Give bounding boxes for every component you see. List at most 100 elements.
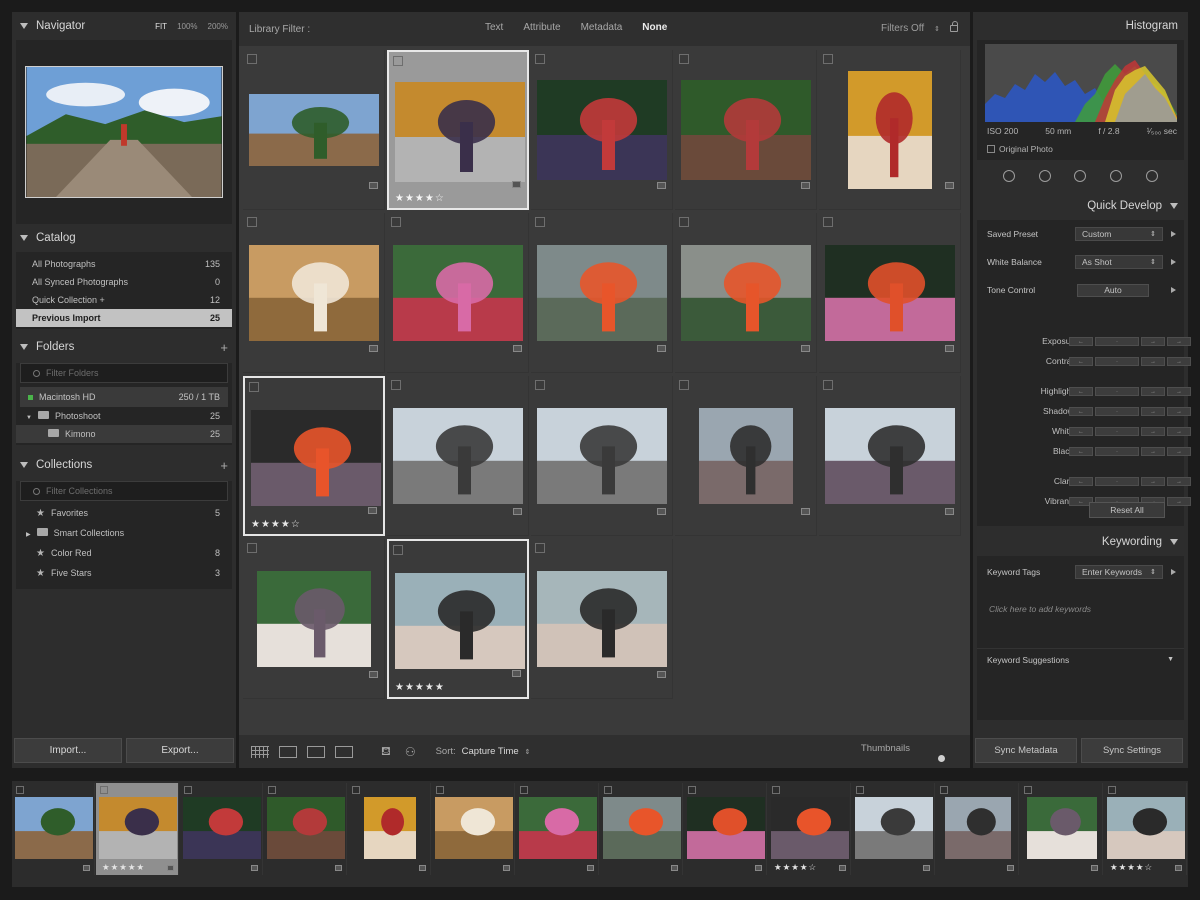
select-checkbox[interactable] — [247, 543, 257, 553]
compare-view-icon[interactable] — [307, 745, 325, 758]
spot-removal-icon[interactable] — [1038, 170, 1051, 182]
expand-triangle-icon[interactable] — [1171, 287, 1176, 293]
zoom-200[interactable]: 200% — [208, 22, 228, 31]
increase-button[interactable]: → — [1167, 387, 1191, 396]
select-checkbox[interactable] — [772, 786, 780, 794]
photo-thumbnail[interactable] — [249, 245, 379, 341]
select-checkbox[interactable] — [100, 786, 108, 794]
filmstrip-cell[interactable]: ★★★★★ — [96, 783, 179, 875]
reset-all-button[interactable]: Reset All — [1089, 502, 1165, 518]
select-checkbox[interactable] — [393, 56, 403, 66]
select-checkbox[interactable] — [604, 786, 612, 794]
star-rating[interactable]: ★★★★★ — [395, 682, 445, 693]
reset-value-button[interactable]: · — [1095, 407, 1139, 416]
increase-button[interactable]: → — [1167, 357, 1191, 366]
grid-view-icon[interactable] — [251, 745, 269, 758]
filmstrip-cell[interactable] — [516, 783, 599, 875]
decrease-button[interactable]: ← — [1069, 477, 1093, 486]
white-balance-select[interactable]: As Shot ⇕ — [1075, 255, 1163, 269]
catalog-item[interactable]: All Photographs 135 — [16, 255, 232, 273]
export-button[interactable]: Export... — [126, 738, 234, 763]
grid-cell[interactable] — [531, 213, 673, 373]
select-checkbox[interactable] — [823, 217, 833, 227]
filmstrip-cell[interactable] — [180, 783, 263, 875]
grid-cell[interactable]: ★★★★★ — [387, 539, 529, 699]
collection-item[interactable]: ★ Favorites 5 — [16, 503, 232, 523]
grid-cell[interactable]: ★★★★☆ — [387, 50, 529, 210]
filmstrip-cell[interactable] — [348, 783, 431, 875]
redeye-icon[interactable] — [1074, 170, 1087, 182]
mask-icon[interactable] — [1146, 170, 1159, 182]
filmstrip-cell[interactable] — [432, 783, 515, 875]
metadata-badge-icon[interactable] — [513, 345, 522, 352]
metadata-badge-icon[interactable] — [83, 865, 90, 871]
photo-thumbnail[interactable] — [257, 571, 371, 667]
increase-button[interactable]: → — [1167, 477, 1191, 486]
filmstrip-cell[interactable] — [1020, 783, 1103, 875]
sort-value[interactable]: Capture Time — [462, 746, 519, 757]
decrease-button[interactable]: ← — [1069, 447, 1093, 456]
saved-preset-select[interactable]: Custom ⇕ — [1075, 227, 1163, 241]
metadata-badge-icon[interactable] — [671, 865, 678, 871]
metadata-badge-icon[interactable] — [945, 345, 954, 352]
keywording-header[interactable]: Keywording — [973, 528, 1188, 556]
filmstrip-thumbnail[interactable] — [770, 797, 849, 859]
select-checkbox[interactable] — [679, 217, 689, 227]
metadata-badge-icon[interactable] — [755, 865, 762, 871]
add-folder-icon[interactable]: + — [220, 340, 228, 355]
zoom-fit[interactable]: FIT — [155, 22, 167, 31]
select-checkbox[interactable] — [535, 54, 545, 64]
sync-settings-button[interactable]: Sync Settings — [1081, 738, 1183, 763]
metadata-badge-icon[interactable] — [251, 865, 258, 871]
decrease-button[interactable]: ← — [1069, 427, 1093, 436]
select-checkbox[interactable] — [184, 786, 192, 794]
metadata-badge-icon[interactable] — [369, 182, 378, 189]
histogram-graph[interactable] — [985, 44, 1177, 122]
zoom-100[interactable]: 100% — [177, 22, 197, 31]
filters-off-control[interactable]: Filters Off ⇕ — [881, 21, 958, 34]
collections-header[interactable]: Collections + — [12, 451, 236, 479]
select-checkbox[interactable] — [679, 54, 689, 64]
increase-button[interactable]: → — [1167, 407, 1191, 416]
expand-triangle-icon[interactable] — [1171, 231, 1176, 237]
catalog-item[interactable]: All Synced Photographs 0 — [16, 273, 232, 291]
increase-button[interactable]: → — [1167, 427, 1191, 436]
metadata-badge-icon[interactable] — [369, 671, 378, 678]
metadata-badge-icon[interactable] — [167, 865, 174, 871]
grid-cell[interactable] — [675, 213, 817, 373]
grid-cell[interactable] — [819, 213, 961, 373]
metadata-badge-icon[interactable] — [513, 508, 522, 515]
grid-cell[interactable] — [819, 376, 961, 536]
folder-item[interactable]: ▼ Photoshoot 25 — [16, 407, 232, 425]
increase-small-button[interactable]: → — [1141, 477, 1165, 486]
catalog-header[interactable]: Catalog — [12, 224, 236, 252]
grid-cell[interactable] — [819, 50, 961, 210]
reset-value-button[interactable]: · — [1095, 427, 1139, 436]
metadata-badge-icon[interactable] — [369, 345, 378, 352]
filmstrip-thumbnail[interactable] — [1026, 797, 1097, 859]
decrease-button[interactable]: ← — [1069, 387, 1093, 396]
metadata-badge-icon[interactable] — [923, 865, 930, 871]
thumbnail-size-slider[interactable] — [938, 755, 945, 762]
reset-value-button[interactable]: · — [1095, 387, 1139, 396]
select-checkbox[interactable] — [856, 786, 864, 794]
collapse-triangle-icon[interactable] — [20, 344, 28, 350]
increase-button[interactable]: → — [1167, 337, 1191, 346]
metadata-badge-icon[interactable] — [657, 182, 666, 189]
increase-button[interactable]: → — [1167, 497, 1191, 506]
increase-small-button[interactable]: → — [1141, 447, 1165, 456]
grid-cell[interactable]: ★★★★☆ — [243, 376, 385, 536]
reset-value-button[interactable]: · — [1095, 337, 1139, 346]
collapse-triangle-icon[interactable] — [1170, 203, 1178, 209]
metadata-badge-icon[interactable] — [801, 182, 810, 189]
grid-cell[interactable] — [243, 539, 385, 699]
grid-cell[interactable] — [243, 213, 385, 373]
grid-cell[interactable] — [675, 50, 817, 210]
photo-thumbnail[interactable] — [537, 245, 667, 341]
photo-thumbnail[interactable] — [393, 245, 523, 341]
select-checkbox[interactable] — [535, 543, 545, 553]
photo-thumbnail[interactable] — [848, 71, 932, 189]
metadata-badge-icon[interactable] — [512, 670, 521, 677]
drive-row[interactable]: Macintosh HD 250 / 1 TB — [20, 387, 228, 407]
decrease-button[interactable]: ← — [1069, 337, 1093, 346]
